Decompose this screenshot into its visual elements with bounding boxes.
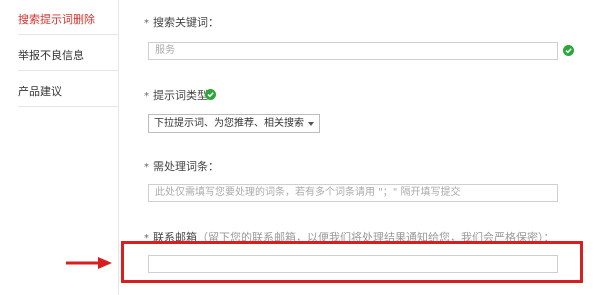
arrow-right-icon (66, 257, 112, 269)
sidebar-divider (18, 106, 118, 107)
pending-label: * 需处理词条： (144, 160, 219, 173)
keyword-label: * 搜索关键词： (144, 16, 219, 29)
required-mark: * (144, 91, 149, 102)
required-mark: * (144, 18, 149, 29)
highlight-box (121, 241, 583, 283)
type-select[interactable]: 下拉提示词、为您推荐、相关搜索 (148, 114, 320, 133)
required-mark: * (144, 162, 149, 173)
chevron-down-icon (308, 122, 314, 126)
check-circle-icon (563, 45, 574, 56)
keyword-input[interactable]: 服务 (148, 42, 558, 60)
sidebar-divider (18, 34, 118, 35)
sidebar-item-report[interactable]: 举报不良信息 (18, 47, 118, 63)
sidebar-item-delete-suggestion[interactable]: 搜索提示词删除 (18, 11, 118, 27)
check-circle-icon (205, 89, 216, 100)
sidebar-separator (118, 0, 119, 295)
sidebar-item-feedback[interactable]: 产品建议 (18, 83, 118, 99)
sidebar: 搜索提示词删除 举报不良信息 产品建议 (0, 0, 118, 295)
pending-terms-input[interactable]: 此处仅需填写您要处理的词条，若有多个词条请用 "；" 隔开填写提交 (148, 184, 558, 202)
sidebar-divider (18, 70, 118, 71)
